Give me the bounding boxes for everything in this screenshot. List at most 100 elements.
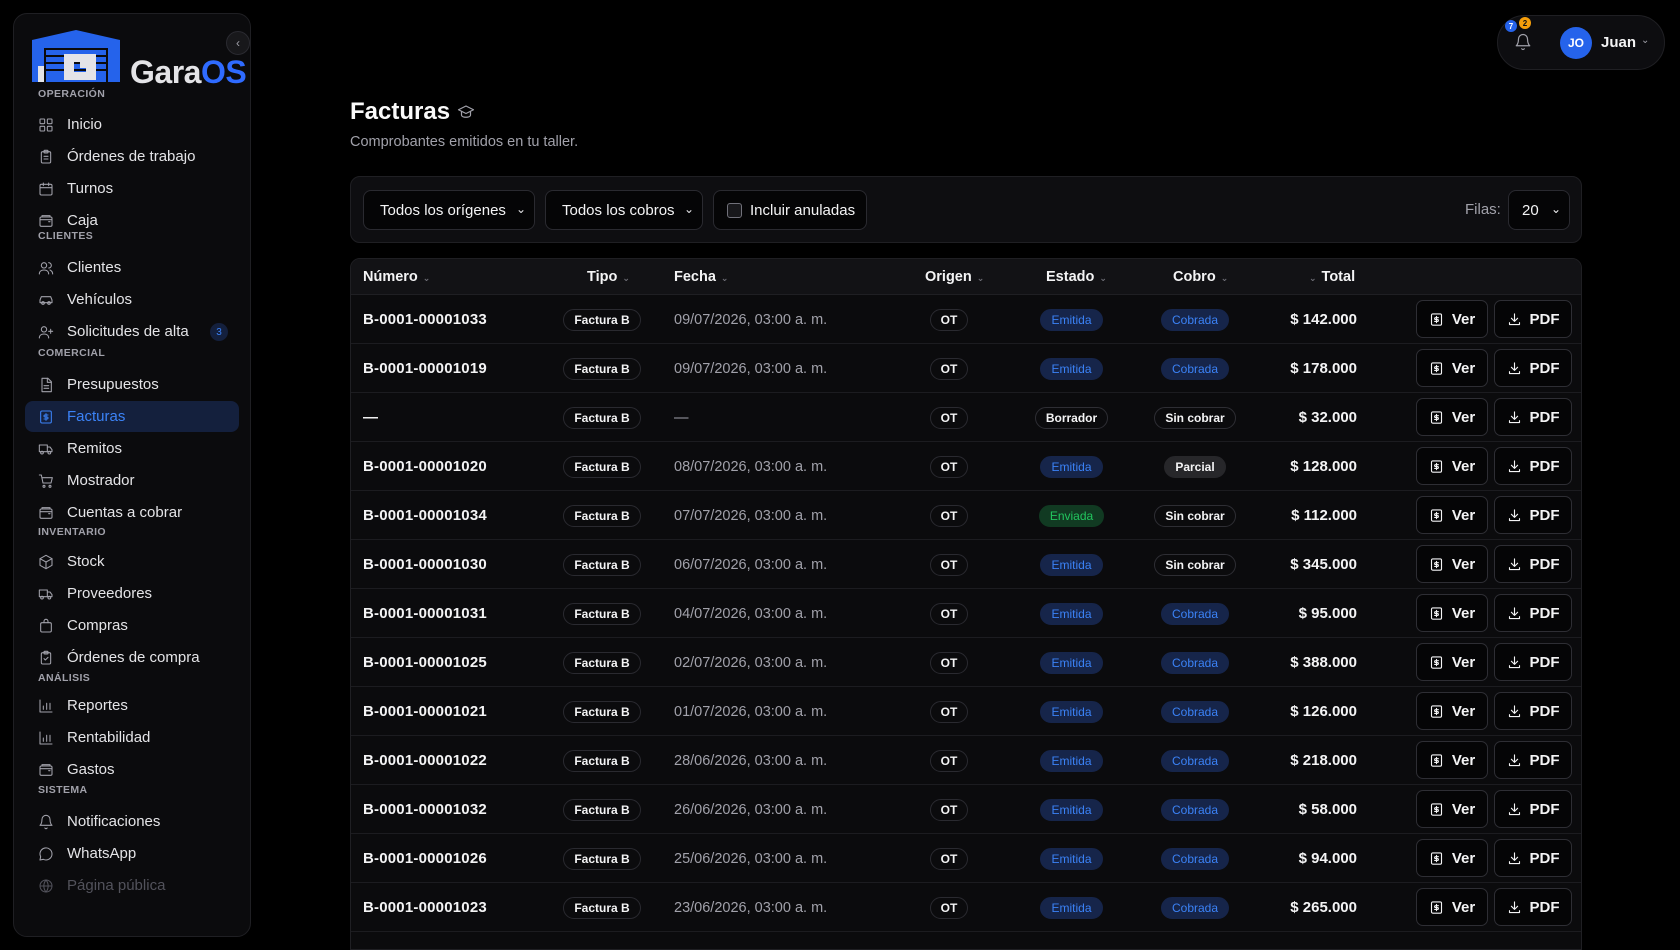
view-invoice-button[interactable]: Ver — [1416, 447, 1488, 485]
download-pdf-button[interactable]: PDF — [1494, 594, 1572, 632]
table-row[interactable]: B-0001-00001032 Factura B 26/06/2026, 03:0… — [351, 785, 1581, 834]
download-pdf-button[interactable]: PDF — [1494, 496, 1572, 534]
sidebar-item-label: Facturas — [67, 408, 126, 425]
view-invoice-button[interactable]: Ver — [1416, 839, 1488, 877]
view-invoice-button[interactable]: Ver — [1416, 545, 1488, 583]
download-pdf-button[interactable]: PDF — [1494, 692, 1572, 730]
view-invoice-button[interactable]: Ver — [1416, 790, 1488, 828]
download-pdf-button[interactable]: PDF — [1494, 888, 1572, 926]
download-pdf-button[interactable]: PDF — [1494, 741, 1572, 779]
column-header-origen[interactable]: Origen ⌄ — [925, 269, 984, 285]
sidebar-item-remitos[interactable]: Remitos — [25, 433, 239, 464]
invoice-type-cell: Factura B — [563, 491, 641, 540]
download-pdf-button[interactable]: PDF — [1494, 839, 1572, 877]
view-button-label: Ver — [1451, 408, 1476, 426]
column-header-numero[interactable]: Número ⌄ — [363, 269, 430, 285]
download-pdf-button[interactable]: PDF — [1494, 545, 1572, 583]
sidebar-item-ordenes-de-trabajo[interactable]: Órdenes de trabajo — [25, 141, 239, 172]
column-header-tipo[interactable]: Tipo ⌄ — [587, 269, 630, 285]
table-row[interactable]: B-0001-00001023 Factura B 23/06/2026, 03:0… — [351, 883, 1581, 932]
sidebar-item-turnos[interactable]: Turnos — [25, 173, 239, 204]
filas-select[interactable]: 20 ⌄ — [1508, 190, 1570, 230]
sidebar-item-gastos[interactable]: Gastos — [25, 754, 239, 785]
column-header-fecha[interactable]: Fecha ⌄ — [674, 269, 728, 285]
chevron-down-icon: ⌄ — [683, 202, 694, 216]
column-header-total[interactable]: ⌄ Total — [1309, 269, 1355, 285]
table-row[interactable]: B-0001-00001030 Factura B 06/07/2026, 03:0… — [351, 540, 1581, 589]
chevron-down-icon[interactable]: ⌄ — [1641, 35, 1649, 46]
sidebar-item-label: Página pública — [67, 877, 166, 894]
download-pdf-button[interactable]: PDF — [1494, 790, 1572, 828]
table-row[interactable]: — Factura B — OT Borrador Sin cobrar $ 32.000 V… — [351, 393, 1581, 442]
download-pdf-button[interactable]: PDF — [1494, 349, 1572, 387]
table-row[interactable]: B-0001-00001026 Factura B 25/06/2026, 03:0… — [351, 834, 1581, 883]
sidebar-item-label: Rentabilidad — [67, 729, 151, 746]
download-pdf-button[interactable]: PDF — [1494, 447, 1572, 485]
download-icon — [1508, 508, 1520, 521]
graduation-cap-icon[interactable] — [457, 104, 475, 120]
sidebar-item-whatsapp[interactable]: WhatsApp — [25, 838, 239, 869]
column-header-cobro[interactable]: Cobro ⌄ — [1173, 269, 1228, 285]
sidebar-item-label: Caja — [67, 212, 98, 229]
sidebar-item-vehiculos[interactable]: Vehículos — [25, 284, 239, 315]
table-row[interactable]: B-0001-00001031 Factura B 04/07/2026, 03:0… — [351, 589, 1581, 638]
sidebar-item-mostrador[interactable]: Mostrador — [25, 465, 239, 496]
origen-select[interactable]: Todos los orígenes ⌄ — [363, 190, 535, 230]
invoice-type-badge: Factura B — [563, 700, 641, 723]
view-invoice-button[interactable]: Ver — [1416, 496, 1488, 534]
view-invoice-button[interactable]: Ver — [1416, 349, 1488, 387]
download-pdf-button[interactable]: PDF — [1494, 643, 1572, 681]
garaos-logo[interactable]: GaraOS — [28, 26, 247, 90]
download-icon — [1508, 704, 1520, 717]
sidebar-item-reportes[interactable]: Reportes — [25, 690, 239, 721]
view-invoice-button[interactable]: Ver — [1416, 300, 1488, 338]
cobro-select[interactable]: Todos los cobros ⌄ — [545, 190, 703, 230]
pdf-button-label: PDF — [1529, 310, 1560, 328]
sidebar-item-presupuestos[interactable]: Presupuestos — [25, 369, 239, 400]
incluir-anuladas-toggle[interactable]: Incluir anuladas — [713, 190, 867, 230]
sidebar-item-ordenes-de-compra[interactable]: Órdenes de compra — [25, 642, 239, 673]
avatar[interactable]: JO — [1560, 27, 1592, 59]
sidebar-item-proveedores[interactable]: Proveedores — [25, 578, 239, 609]
sidebar-item-label: Órdenes de compra — [67, 649, 200, 666]
sidebar-item-notificaciones[interactable]: Notificaciones — [25, 806, 239, 837]
table-row[interactable]: B-0001-00001020 Factura B 08/07/2026, 03:0… — [351, 442, 1581, 491]
sidebar-item-facturas[interactable]: Facturas — [25, 401, 239, 432]
table-row[interactable]: B-0001-00001022 Factura B 28/06/2026, 03:0… — [351, 736, 1581, 785]
invoice-type-cell: Factura B — [563, 883, 641, 932]
sidebar-item-inicio[interactable]: Inicio — [25, 109, 239, 140]
invoice-type-badge: Factura B — [563, 651, 641, 674]
invoice-origin-cell: OT — [928, 393, 970, 442]
table-row[interactable]: B-0001-00001021 Factura B 01/07/2026, 03:0… — [351, 687, 1581, 736]
download-pdf-button[interactable]: PDF — [1494, 398, 1572, 436]
column-header-estado[interactable]: Estado ⌄ — [1046, 269, 1107, 285]
view-invoice-button[interactable]: Ver — [1416, 692, 1488, 730]
sidebar-item-rentabilidad[interactable]: Rentabilidad — [25, 722, 239, 753]
sidebar-item-stock[interactable]: Stock — [25, 546, 239, 577]
status-badge: Emitida — [1040, 455, 1103, 478]
pdf-button-label: PDF — [1529, 506, 1560, 524]
download-pdf-button[interactable]: PDF — [1494, 300, 1572, 338]
view-invoice-button[interactable]: Ver — [1416, 643, 1488, 681]
incluir-anuladas-checkbox[interactable] — [727, 202, 742, 218]
view-invoice-button[interactable]: Ver — [1416, 741, 1488, 779]
sidebar-item-solicitudes-de-alta[interactable]: Solicitudes de alta 3 — [25, 316, 239, 347]
user-plus-icon — [38, 324, 54, 340]
table-row[interactable]: B-0001-00001033 Factura B 09/07/2026, 03:0… — [351, 295, 1581, 344]
sidebar-item-cuentas-a-cobrar[interactable]: Cuentas a cobrar — [25, 497, 239, 528]
view-invoice-button[interactable]: Ver — [1416, 888, 1488, 926]
user-name[interactable]: Juan — [1601, 34, 1636, 51]
table-row[interactable]: B-0001-00001034 Factura B 07/07/2026, 03:0… — [351, 491, 1581, 540]
view-invoice-button[interactable]: Ver — [1416, 594, 1488, 632]
sidebar-item-clientes[interactable]: Clientes — [25, 252, 239, 283]
sidebar-item-pagina-publica[interactable]: Página pública — [25, 870, 239, 901]
notifications-button[interactable] — [1514, 33, 1532, 51]
table-row[interactable]: B-0001-00001025 Factura B 02/07/2026, 03:0… — [351, 638, 1581, 687]
collapse-sidebar-button[interactable]: ‹ — [226, 31, 250, 55]
sidebar-item-compras[interactable]: Compras — [25, 610, 239, 641]
message-icon — [38, 846, 54, 862]
view-invoice-button[interactable]: Ver — [1416, 398, 1488, 436]
invoice-date: 28/06/2026, 03:00 a. m. — [674, 752, 828, 769]
table-row[interactable]: B-0001-00001019 Factura B 09/07/2026, 03:0… — [351, 344, 1581, 393]
invoice-type-badge: Factura B — [563, 504, 641, 527]
